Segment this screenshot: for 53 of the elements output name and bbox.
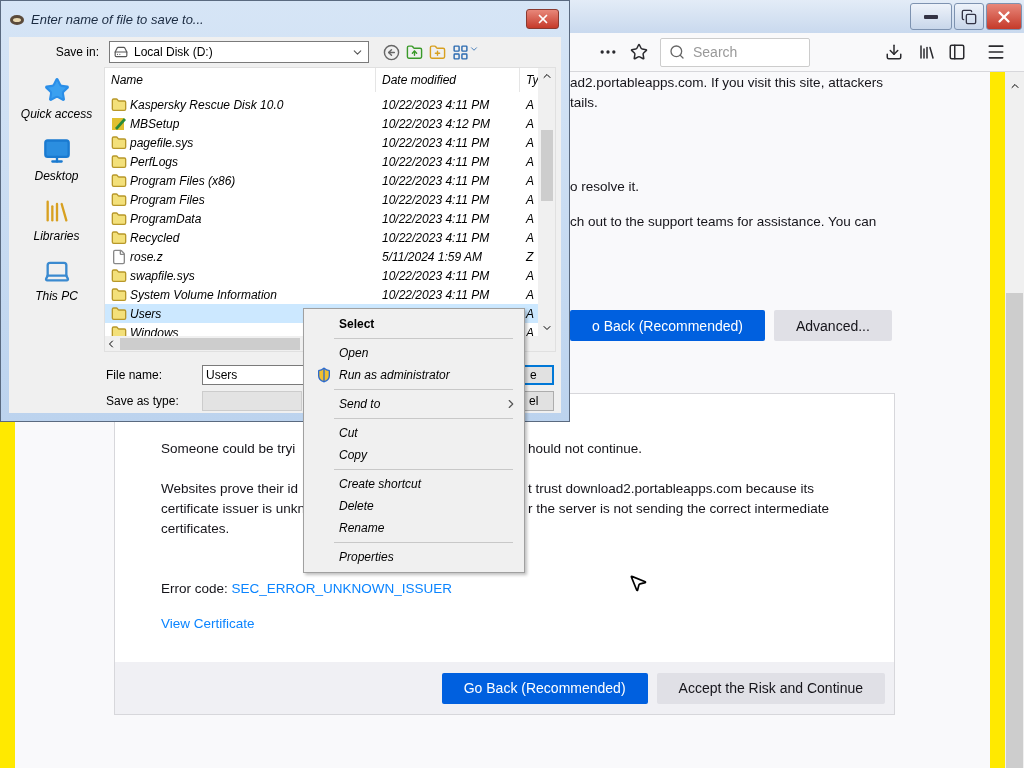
file-name: Kaspersky Rescue Disk 10.0 (130, 97, 284, 112)
file-name: swapfile.sys (130, 268, 195, 283)
error-code-text: Error code: SEC_ERROR_UNKNOWN_ISSUER (161, 580, 453, 598)
dialog-title: Enter name of file to save to... (31, 11, 204, 27)
file-name: PerfLogs (130, 154, 179, 169)
type-cell: A (526, 192, 534, 207)
date-cell: 10/22/2023 4:11 PM (382, 192, 490, 207)
type-cell: Z (526, 249, 534, 264)
type-cell: A (526, 154, 534, 169)
file-name: ProgramData (130, 211, 202, 226)
warning-text: ch out to the support teams for assistance. You can (570, 213, 878, 231)
file-name: pagefile.sys (130, 135, 194, 150)
body-text: t trust download2.portableapps.com because its (528, 480, 815, 498)
file-name: Recycled (130, 230, 180, 245)
type-cell: A (526, 173, 534, 188)
file-name: Program Files (x86) (130, 173, 236, 188)
type-cell: A (526, 287, 534, 302)
date-cell: 10/22/2023 4:11 PM (382, 268, 490, 283)
date-cell: 10/22/2023 4:11 PM (382, 97, 490, 112)
warning-text: tails. (570, 94, 599, 112)
body-text: hould not continue. (528, 440, 644, 458)
file-name: Users (130, 306, 162, 321)
date-cell: 10/22/2023 4:11 PM (382, 230, 490, 245)
search-placeholder: Search (693, 44, 738, 60)
type-cell: A (526, 325, 534, 336)
file-name: rose.z (130, 249, 163, 264)
save-in-label: Save in: (54, 45, 99, 59)
type-cell: A (526, 97, 534, 112)
file-name: MBSetup (130, 116, 180, 131)
date-cell: 10/22/2023 4:11 PM (382, 154, 490, 169)
file-name: System Volume Information (130, 287, 277, 302)
type-cell: A (526, 211, 534, 226)
type-cell: A (526, 268, 534, 283)
type-cell: A (526, 116, 534, 131)
body-text: certificates. (161, 520, 231, 538)
date-cell: 10/22/2023 4:11 PM (382, 287, 490, 302)
body-text: Someone could be tryi (161, 440, 297, 458)
save-as-type-label: Save as type: (105, 394, 180, 408)
date-cell: 10/22/2023 4:11 PM (382, 173, 490, 188)
type-cell: A (526, 135, 534, 150)
body-text: Websites prove their id (161, 480, 300, 498)
type-cell: A (526, 230, 534, 245)
file-name: Program Files (130, 192, 205, 207)
type-cell: A (526, 306, 534, 321)
file-name: Windows (130, 325, 179, 336)
date-cell: 10/22/2023 4:11 PM (382, 211, 490, 226)
file-name-label: File name: (105, 368, 164, 382)
date-cell: 5/11/2024 1:59 AM (382, 249, 483, 264)
date-cell: 10/22/2023 4:12 PM (382, 116, 491, 131)
warning-text: o resolve it. (570, 178, 641, 196)
date-cell: 10/22/2023 4:11 PM (382, 135, 490, 150)
warning-text: ad2.portableapps.com. If you visit this site, attackers (570, 74, 884, 92)
body-text: r the server is not sending the correct intermediate (528, 500, 830, 518)
